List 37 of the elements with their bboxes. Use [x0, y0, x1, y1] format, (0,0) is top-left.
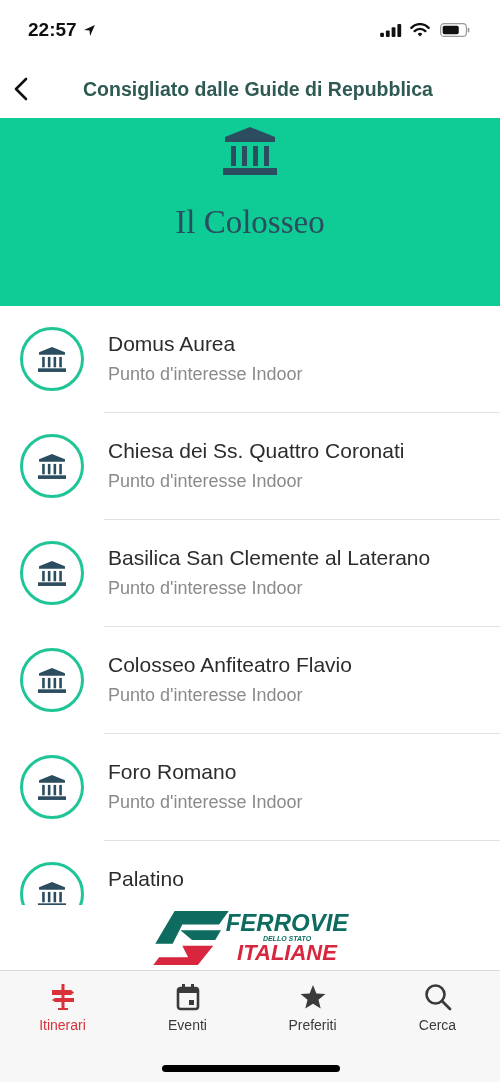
place-name: Colosseo Anfiteatro Flavio: [108, 653, 352, 677]
place-category: Punto d'interesse Indoor: [108, 364, 303, 385]
place-category: Punto d'interesse Indoor: [108, 471, 304, 492]
temple-icon: [20, 541, 84, 605]
place-item[interactable]: Domus Aurea Punto d'interesse Indoor: [0, 306, 500, 413]
temple-icon: [20, 755, 84, 819]
temple-icon: [223, 127, 277, 175]
temple-icon: [20, 327, 84, 391]
temple-icon: [20, 648, 84, 712]
status-time: 22:57: [28, 19, 77, 41]
place-name: Palatino: [108, 867, 184, 891]
place-category: Punto d'interesse Indoor: [108, 792, 303, 813]
place-name: Foro Romano: [108, 760, 238, 784]
sponsor-text: FERROVIE: [225, 911, 349, 935]
tab[interactable]: Itinerari: [0, 971, 125, 1045]
wifi-icon: [410, 23, 430, 37]
place-name: Chiesa dei Ss. Quattro Coronati: [108, 439, 405, 463]
place-category: Punto d'interesse Indoor: [108, 578, 304, 599]
place-category: Punto d'interesse Indoor: [108, 685, 304, 706]
tab[interactable]: Preferiti: [250, 971, 375, 1045]
tab[interactable]: Cerca: [375, 971, 500, 1045]
place-item[interactable]: Basilica San Clemente al Laterano Punto d'interesse Indoor: [0, 520, 500, 627]
temple-icon: [20, 434, 84, 498]
battery-icon: [440, 23, 470, 37]
sponsor-text: ITALIANE: [237, 942, 337, 964]
nav-title: Consigliato dalle Guide di Repubblica: [82, 77, 434, 101]
signal-icon: [380, 23, 402, 37]
place-name: Domus Aurea: [108, 332, 237, 356]
star-icon: [298, 983, 327, 1011]
place-name: Basilica San Clemente al Laterano: [108, 546, 431, 570]
place-item[interactable]: Colosseo Anfiteatro Flavio Punto d'interesse Indoor: [0, 627, 500, 734]
banner-title: Il Colosseo: [175, 204, 325, 241]
location-arrow-icon: [82, 23, 96, 37]
tab[interactable]: Eventi: [125, 971, 250, 1045]
place-item[interactable]: Chiesa dei Ss. Quattro Coronati Punto d'interesse Indoor: [0, 413, 500, 520]
search-icon: [423, 983, 452, 1011]
place-item[interactable]: Foro Romano Punto d'interesse Indoor: [0, 734, 500, 841]
